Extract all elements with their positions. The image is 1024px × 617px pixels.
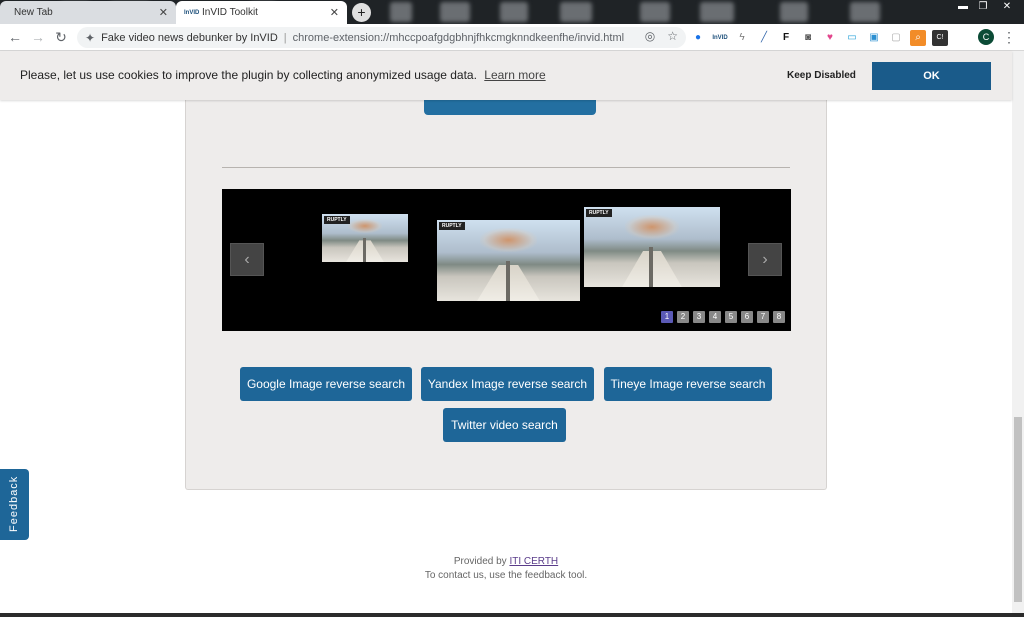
screen-icon[interactable]: ▭ <box>844 30 860 46</box>
section-divider <box>222 167 790 168</box>
invid-favicon-icon: InVID <box>184 9 200 16</box>
kebab-menu-icon[interactable]: ⋮ <box>1002 29 1016 46</box>
vertical-scrollbar[interactable] <box>1012 51 1024 613</box>
keyframe-thumbnail[interactable]: RUPTLY <box>584 207 720 287</box>
forward-arrow-icon[interactable]: → <box>29 28 47 46</box>
carousel-page-1[interactable]: 1 <box>661 311 673 323</box>
carousel-page-2[interactable]: 2 <box>677 311 689 323</box>
reload-icon[interactable]: ↻ <box>52 28 70 46</box>
c-extension-icon[interactable]: C! <box>932 29 948 46</box>
close-icon[interactable]: ✕ <box>330 6 339 19</box>
location-target-icon[interactable]: ◎ <box>645 29 655 43</box>
yandex-reverse-search-button[interactable]: Yandex Image reverse search <box>421 367 594 401</box>
cookie-ok-button[interactable]: OK <box>872 62 991 90</box>
title-bar: New Tab ✕ InVID InVID Toolkit ✕ + ▬ ❐ ✕ <box>0 0 1024 24</box>
provided-by-text: Provided by <box>453 556 507 567</box>
learn-more-link[interactable]: Learn more <box>484 68 545 82</box>
carousel-prev-button[interactable]: ‹ <box>230 243 264 276</box>
carousel-page-7[interactable]: 7 <box>757 311 769 323</box>
profile-avatar[interactable]: C <box>978 29 994 45</box>
invid-extension-icon[interactable]: InVID <box>712 30 728 46</box>
bookmark-star-icon[interactable]: ☆ <box>667 29 678 43</box>
orange-search-icon[interactable]: ⌕ <box>910 29 926 46</box>
keep-disabled-button[interactable]: Keep Disabled <box>787 70 856 81</box>
extensions-toolbar: ● InVID ϟ ╱ F ◙ ♥ ▭ ▣ ▢ ⌕ C! <box>690 29 948 46</box>
cookie-message: Please, let us use cookies to improve th… <box>20 68 477 82</box>
feedback-tab[interactable]: Feedback <box>0 469 29 540</box>
cookie-banner: Please, let us use cookies to improve th… <box>0 51 1012 100</box>
bird-icon[interactable]: ♥ <box>822 30 838 46</box>
camera-icon[interactable]: ◙ <box>800 30 816 46</box>
provided-by-line: Provided by ITI CERTH <box>0 555 1012 569</box>
os-taskbar-edge <box>0 613 1024 617</box>
f-extension-icon[interactable]: F <box>778 30 794 46</box>
minimize-icon[interactable]: ▬ <box>952 0 974 14</box>
google-reverse-search-button[interactable]: Google Image reverse search <box>240 367 412 401</box>
page-viewport: RUPTLY RUPTLY RUPTLY ‹ › 12345678 Google… <box>0 51 1024 613</box>
contact-text: To contact us, use the feedback tool. <box>424 570 588 581</box>
tineye-reverse-search-button[interactable]: Tineye Image reverse search <box>604 367 772 401</box>
extension-puzzle-icon: ✦ <box>85 30 96 45</box>
address-bar[interactable]: ✦ Fake video news debunker by InVID | ch… <box>77 27 686 48</box>
browser-toolbar: ← → ↻ ✦ Fake video news debunker by InVI… <box>0 24 1024 51</box>
ruptly-badge: RUPTLY <box>439 222 465 230</box>
keyframe-carousel: RUPTLY RUPTLY RUPTLY ‹ › 12345678 <box>222 189 791 331</box>
close-icon[interactable]: ✕ <box>159 6 168 19</box>
browser-chrome: New Tab ✕ InVID InVID Toolkit ✕ + ▬ ❐ ✕ … <box>0 0 1024 51</box>
content-card: RUPTLY RUPTLY RUPTLY ‹ › 12345678 Google… <box>185 51 827 490</box>
address-separator: | <box>283 31 287 44</box>
pen-icon[interactable]: ╱ <box>756 30 772 46</box>
carousel-pager: 12345678 <box>661 311 785 323</box>
carousel-page-5[interactable]: 5 <box>725 311 737 323</box>
maximize-icon[interactable]: ❐ <box>972 0 994 14</box>
twitter-video-search-button[interactable]: Twitter video search <box>443 408 566 442</box>
feedback-label: Feedback <box>8 475 20 532</box>
tab-title: New Tab <box>14 7 53 18</box>
carousel-page-8[interactable]: 8 <box>773 311 785 323</box>
lightning-icon[interactable]: ϟ <box>734 30 750 46</box>
address-url: chrome-extension://mhccpoafgdgbhnjfhkcmg… <box>292 31 625 44</box>
window-close-icon[interactable]: ✕ <box>995 0 1019 14</box>
carousel-next-button[interactable]: › <box>748 243 782 276</box>
record-dot-icon[interactable]: ● <box>690 30 706 46</box>
carousel-page-6[interactable]: 6 <box>741 311 753 323</box>
keyframe-thumbnail[interactable]: RUPTLY <box>322 214 408 262</box>
tab-invid-toolkit[interactable]: InVID InVID Toolkit ✕ <box>176 1 347 24</box>
ruptly-badge: RUPTLY <box>586 209 612 217</box>
carousel-page-3[interactable]: 3 <box>693 311 705 323</box>
gray-extension-icon[interactable]: ▢ <box>888 30 904 46</box>
iti-certh-link[interactable]: ITI CERTH <box>509 556 558 567</box>
carousel-page-4[interactable]: 4 <box>709 311 721 323</box>
tab-new-tab[interactable]: New Tab ✕ <box>0 1 176 24</box>
site-name: Fake video news debunker by InVID <box>101 31 278 44</box>
back-arrow-icon[interactable]: ← <box>6 28 24 46</box>
page-footer: Provided by ITI CERTH To contact us, use… <box>0 555 1012 583</box>
ruptly-badge: RUPTLY <box>324 216 350 224</box>
scrollbar-thumb[interactable] <box>1014 417 1022 602</box>
cookie-message-line: Please, let us use cookies to improve th… <box>20 68 546 82</box>
keyframe-thumbnail[interactable]: RUPTLY <box>437 220 580 301</box>
new-tab-button[interactable]: + <box>352 3 371 22</box>
tab-title: InVID Toolkit <box>202 7 258 18</box>
image-icon[interactable]: ▣ <box>866 30 882 46</box>
